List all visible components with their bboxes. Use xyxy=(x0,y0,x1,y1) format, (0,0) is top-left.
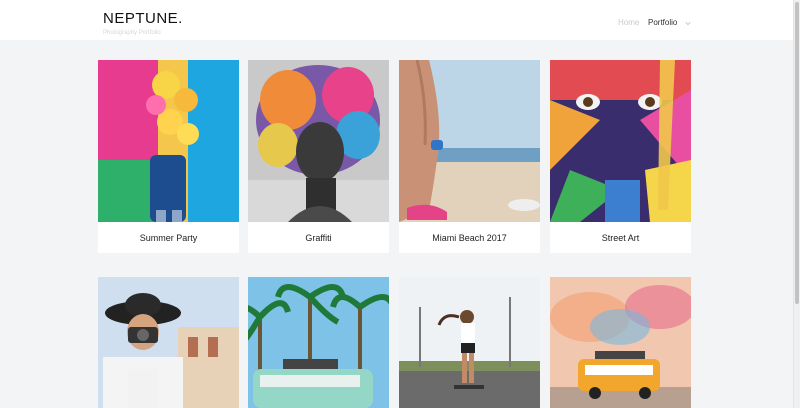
gallery-card-palm-bus[interactable] xyxy=(248,277,389,408)
card-caption: Summer Party xyxy=(139,232,198,243)
scrollbar-thumb[interactable] xyxy=(795,2,799,304)
vertical-scrollbar[interactable] xyxy=(793,0,800,408)
brand[interactable]: NEPTUNE. Photography Portfolio xyxy=(103,10,183,37)
gallery-card-photographer[interactable] xyxy=(98,277,239,408)
gallery-card-graffiti[interactable]: Graffiti xyxy=(248,60,389,253)
skater-photo[interactable] xyxy=(399,277,540,408)
card-caption: Street Art xyxy=(601,232,640,243)
gallery-card-miami-beach-2017[interactable]: Miami Beach 2017 xyxy=(399,60,540,253)
street-art-photo[interactable] xyxy=(550,60,691,222)
gallery-card-toy-bus[interactable] xyxy=(550,277,691,408)
miami-beach-photo[interactable] xyxy=(399,60,540,222)
site-header: NEPTUNE. Photography Portfolio Home Port… xyxy=(0,0,794,40)
card-caption: Miami Beach 2017 xyxy=(432,232,507,243)
graffiti-photo[interactable] xyxy=(248,60,389,222)
summer-party-photo[interactable] xyxy=(98,60,239,222)
card-caption: Graffiti xyxy=(305,232,332,243)
nav-item-portfolio[interactable]: Portfolio xyxy=(648,18,677,28)
gallery-card-skater[interactable] xyxy=(399,277,540,408)
gallery-card-street-art[interactable]: Street Art xyxy=(550,60,691,253)
photographer-photo[interactable] xyxy=(98,277,239,408)
nav-item-home[interactable]: Home xyxy=(618,18,639,28)
toy-bus-photo[interactable] xyxy=(550,277,691,408)
palm-bus-photo[interactable] xyxy=(248,277,389,408)
chevron-down-icon[interactable] xyxy=(684,19,692,27)
gallery-card-summer-party[interactable]: Summer Party xyxy=(98,60,239,253)
brand-subtitle: Photography Portfolio xyxy=(103,30,161,36)
brand-title[interactable]: NEPTUNE. xyxy=(103,10,183,27)
